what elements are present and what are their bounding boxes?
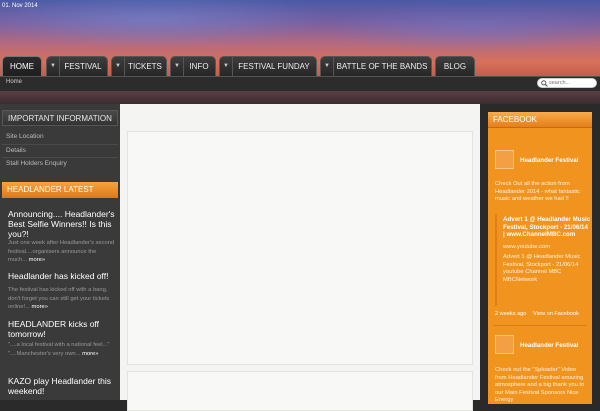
tab-blog-label: BLOG xyxy=(443,62,467,71)
tab-blog[interactable]: BLOG xyxy=(435,56,475,76)
more-link[interactable]: more» xyxy=(32,304,48,310)
tab-festival-label: FESTIVAL xyxy=(64,62,102,71)
facebook-heading: FACEBOOK xyxy=(488,112,592,128)
post-excerpt: The festival has kicked off with a bang,… xyxy=(8,287,110,310)
content-panel xyxy=(127,131,473,365)
shared-link-description: Advert 1 @ Headlander Music Festival, St… xyxy=(503,254,581,283)
facebook-post-text: Check out the "Sploader" Video from Head… xyxy=(495,367,585,403)
tab-festival-funday-label: FESTIVAL FUNDAY xyxy=(238,62,310,71)
current-date: 01. Nov 2014 xyxy=(2,3,38,9)
search-box[interactable] xyxy=(537,78,597,88)
tab-festival-funday[interactable]: ▼ FESTIVAL FUNDAY xyxy=(219,56,317,76)
divider xyxy=(493,325,587,326)
view-on-facebook-link[interactable]: View on Facebook xyxy=(533,311,579,317)
post-title-link[interactable]: HEADLANDER kicks off tomorrow! xyxy=(8,319,116,339)
post-title-link[interactable]: KAZO play Headlander this weekend! xyxy=(8,376,116,396)
content-panel xyxy=(127,371,473,411)
left-sidebar: IMPORTANT INFORMATION Site Location Deta… xyxy=(0,104,120,400)
more-link[interactable]: more» xyxy=(82,351,98,357)
tab-festival[interactable]: ▼ FESTIVAL xyxy=(46,56,108,76)
breadcrumb-bar: Home xyxy=(0,76,600,92)
header-band xyxy=(0,91,600,104)
right-sidebar: FACEBOOK Headlander Festival Check Out a… xyxy=(480,104,600,404)
link-site-location[interactable]: Site Location xyxy=(6,133,44,140)
link-stall-holders-enquiry[interactable]: Stall Holders Enquiry xyxy=(6,160,67,167)
breadcrumb[interactable]: Home xyxy=(6,79,22,85)
important-information-heading: IMPORTANT INFORMATION xyxy=(2,110,118,126)
page-avatar[interactable] xyxy=(495,335,514,354)
post-title-link[interactable]: Headlander has kicked off! xyxy=(8,271,116,281)
tab-tickets[interactable]: ▼ TICKETS xyxy=(111,56,167,76)
search-icon[interactable] xyxy=(541,80,548,87)
shared-link-card[interactable]: Advert 1 @ Headlander Music Festival, St… xyxy=(495,214,591,306)
link-details[interactable]: Details xyxy=(6,147,26,154)
tab-battle-of-the-bands-label: BATTLE OF THE BANDS xyxy=(336,62,428,71)
facebook-page-name[interactable]: Headlander Festival xyxy=(520,157,578,164)
divider xyxy=(2,144,118,145)
post-time: 2 weeks ago xyxy=(495,311,527,317)
headlander-latest-heading: HEADLANDER LATEST xyxy=(2,182,118,198)
more-link[interactable]: more» xyxy=(29,257,45,263)
post-title-link[interactable]: Announcing.... Headlander's Best Selfie … xyxy=(8,209,116,239)
main-nav: HOME ▼ FESTIVAL ▼ TICKETS ▼ INFO ▼ FESTI… xyxy=(0,56,600,76)
post-excerpt: Just one week after Headlander's second … xyxy=(8,240,115,263)
facebook-page-name[interactable]: Headlander Festival xyxy=(520,342,578,349)
page-avatar[interactable] xyxy=(495,150,514,169)
post-excerpt: "....a local festival with a national fe… xyxy=(8,342,110,357)
tab-info[interactable]: ▼ INFO xyxy=(170,56,216,76)
facebook-widget: FACEBOOK Headlander Festival Check Out a… xyxy=(488,112,592,404)
tab-home[interactable]: HOME xyxy=(2,56,42,76)
post-meta: 2 weeks ago View on Facebook xyxy=(495,311,579,317)
tab-home-label: HOME xyxy=(10,62,34,71)
search-input[interactable] xyxy=(549,79,595,87)
tab-tickets-label: TICKETS xyxy=(128,62,162,71)
shared-link-url: www.youtube.com xyxy=(503,244,551,250)
divider xyxy=(2,157,118,158)
tab-battle-of-the-bands[interactable]: ▼ BATTLE OF THE BANDS xyxy=(320,56,432,76)
facebook-post-text: Check Out all the action from Headlander… xyxy=(495,181,581,202)
shared-link-title[interactable]: Advert 1 @ Headlander Music Festival, St… xyxy=(503,216,591,239)
main-content xyxy=(120,104,480,411)
tab-info-label: INFO xyxy=(189,62,209,71)
